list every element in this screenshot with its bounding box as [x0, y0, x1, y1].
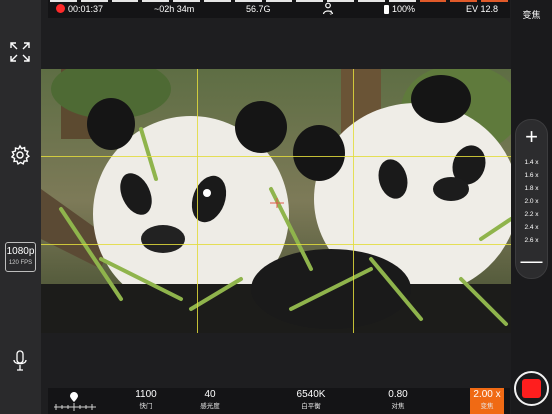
storage-free: 56.7G [246, 4, 271, 14]
camera-viewfinder[interactable] [41, 69, 511, 333]
zoom-out-button[interactable]: — [516, 248, 547, 274]
focus-crosshair-icon [270, 195, 284, 208]
iso-value: 40 [204, 389, 216, 400]
zoom-level-item[interactable]: 2.4 x [516, 221, 547, 234]
focus-control[interactable]: 0.80 对焦 [378, 388, 418, 414]
record-time: 00:01:37 [68, 4, 104, 14]
zoom-level-item[interactable]: 1.8 x [516, 182, 547, 195]
zoom-level-item[interactable]: 2.6 x [516, 234, 547, 247]
recording-indicator-icon [56, 4, 65, 13]
battery-level: 100% [392, 4, 416, 14]
white-balance-label: 白平衡 [301, 403, 321, 410]
record-stop-icon [522, 379, 541, 398]
camera-settings-bar: 1100 快门 40 感光度 6540K 白平衡 0.80 对焦 2.00 x … [48, 388, 510, 414]
exposure-value: EV 12.8 [466, 4, 499, 14]
zoom-level-item[interactable]: 1.6 x [516, 169, 547, 182]
resolution-badge[interactable]: 1080p 120 FPS [5, 242, 36, 272]
expand-icon[interactable] [9, 41, 31, 63]
white-balance-control[interactable]: 6540K 白平衡 [286, 388, 336, 414]
grid-line [353, 69, 354, 333]
fps-label: 120 FPS [8, 260, 33, 266]
zoom-level-item[interactable]: 2.0 x [516, 195, 547, 208]
right-toolbar: 变焦 + 1.4 x 1.6 x 1.8 x 2.0 x 2.2 x 2.4 x… [511, 0, 552, 414]
resolution-label: 1080p [6, 246, 35, 257]
focus-label: 对焦 [391, 403, 405, 410]
status-bar: 00:01:37 ~02h 34m 56.7G 3 100% EV 12.8 [48, 0, 510, 18]
iso-label: 感光度 [200, 403, 220, 410]
zoom-level-list: 1.4 x 1.6 x 1.8 x 2.0 x 2.2 x 2.4 x 2.6 … [516, 156, 547, 247]
svg-text:3: 3 [330, 11, 333, 16]
grid-line [41, 244, 511, 245]
zoom-value: 2.00 x [473, 389, 501, 400]
zoom-panel: + 1.4 x 1.6 x 1.8 x 2.0 x 2.2 x 2.4 x 2.… [515, 119, 548, 279]
record-button[interactable] [514, 371, 549, 406]
zoom-level-item[interactable]: 1.4 x [516, 156, 547, 169]
shutter-label: 快门 [139, 403, 153, 410]
zoom-label: 变焦 [480, 403, 494, 410]
left-toolbar: 1080p 120 FPS [0, 0, 41, 414]
white-balance-value: 6540K [296, 389, 326, 400]
zoom-level-item[interactable]: 2.2 x [516, 208, 547, 221]
zoom-control[interactable]: 2.00 x 变焦 [470, 388, 504, 414]
focus-value: 0.80 [388, 389, 408, 400]
person-detect-icon[interactable]: 3 [322, 2, 334, 18]
microphone-icon[interactable] [12, 350, 28, 372]
iso-control[interactable]: 40 感光度 [193, 388, 227, 414]
battery-icon [384, 5, 389, 14]
shutter-value: 1100 [135, 389, 157, 400]
remaining-time: ~02h 34m [154, 4, 195, 14]
grid-line [197, 69, 198, 333]
audio-level-meter [50, 0, 508, 2]
grid-line [41, 156, 511, 157]
gear-icon[interactable] [9, 144, 31, 166]
focus-slider-icon[interactable] [52, 390, 98, 412]
shutter-control[interactable]: 1100 快门 [128, 388, 164, 414]
zoom-title: 变焦 [522, 10, 541, 20]
zoom-in-button[interactable]: + [516, 124, 547, 150]
